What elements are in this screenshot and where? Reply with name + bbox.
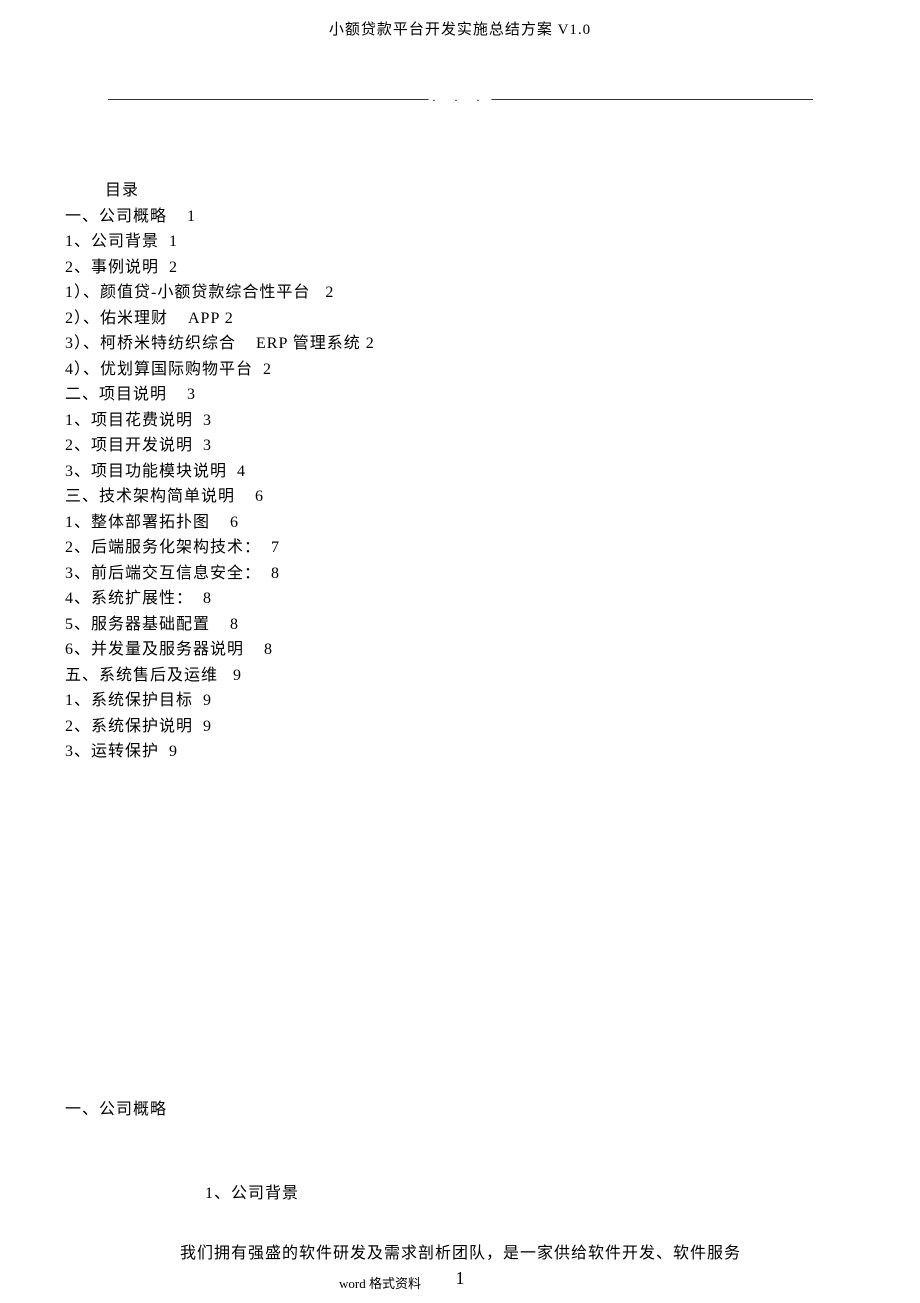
toc-line: 2）、佑米理财 APP 2 bbox=[65, 306, 920, 332]
toc-line: 2、后端服务化架构技术： 7 bbox=[65, 535, 920, 561]
toc-line: 1、系统保护目标 9 bbox=[65, 688, 920, 714]
toc-line: 1、项目花费说明 3 bbox=[65, 408, 920, 434]
toc-line: 1、整体部署拓扑图 6 bbox=[65, 510, 920, 536]
toc-line: 2、项目开发说明 3 bbox=[65, 433, 920, 459]
toc-line: 3、前后端交互信息安全： 8 bbox=[65, 561, 920, 587]
toc-line: 一、公司概略 1 bbox=[65, 204, 920, 230]
toc-line: 3）、柯桥米特纺织综合 ERP 管理系统 2 bbox=[65, 331, 920, 357]
toc-line: 三、技术架构简单说明 6 bbox=[65, 484, 920, 510]
toc-line: 1、公司背景 1 bbox=[65, 229, 920, 255]
toc-line: 2、事例说明 2 bbox=[65, 255, 920, 281]
toc-line: 4）、优划算国际购物平台 2 bbox=[65, 357, 920, 383]
toc-line: 1）、颜值贷-小额贷款综合性平台 2 bbox=[65, 280, 920, 306]
paragraph-text: 我们拥有强盛的软件研发及需求剖析团队，是一家供给软件开发、软件服务 bbox=[180, 1239, 855, 1263]
toc-line: 五、系统售后及运维 9 bbox=[65, 663, 920, 689]
document-header-title: 小额贷款平台开发实施总结方案 V1.0 bbox=[0, 0, 920, 39]
decorative-dots: . . . bbox=[429, 90, 492, 105]
toc-line: 3、运转保护 9 bbox=[65, 739, 920, 765]
toc-line: 2、系统保护说明 9 bbox=[65, 714, 920, 740]
page-number: 1 bbox=[456, 1268, 465, 1289]
toc-line: 3、项目功能模块说明 4 bbox=[65, 459, 920, 485]
body-section: 一、公司概略 1、公司背景 我们拥有强盛的软件研发及需求剖析团队，是一家供给软件… bbox=[65, 1095, 855, 1292]
section-title: 一、公司概略 bbox=[65, 1095, 855, 1119]
table-of-contents: 目录 一、公司概略 1 1、公司背景 1 2、事例说明 2 1）、颜值贷-小额贷… bbox=[65, 178, 920, 765]
toc-line: 6、并发量及服务器说明 8 bbox=[65, 637, 920, 663]
toc-line: 4、系统扩展性： 8 bbox=[65, 586, 920, 612]
toc-line: 二、项目说明 3 bbox=[65, 382, 920, 408]
toc-heading: 目录 bbox=[105, 178, 920, 204]
subsection-title: 1、公司背景 bbox=[205, 1179, 855, 1203]
toc-line: 5、服务器基础配置 8 bbox=[65, 612, 920, 638]
horizontal-rule: . . . bbox=[108, 99, 813, 100]
footer-note: word 格式资料 bbox=[200, 1273, 560, 1292]
